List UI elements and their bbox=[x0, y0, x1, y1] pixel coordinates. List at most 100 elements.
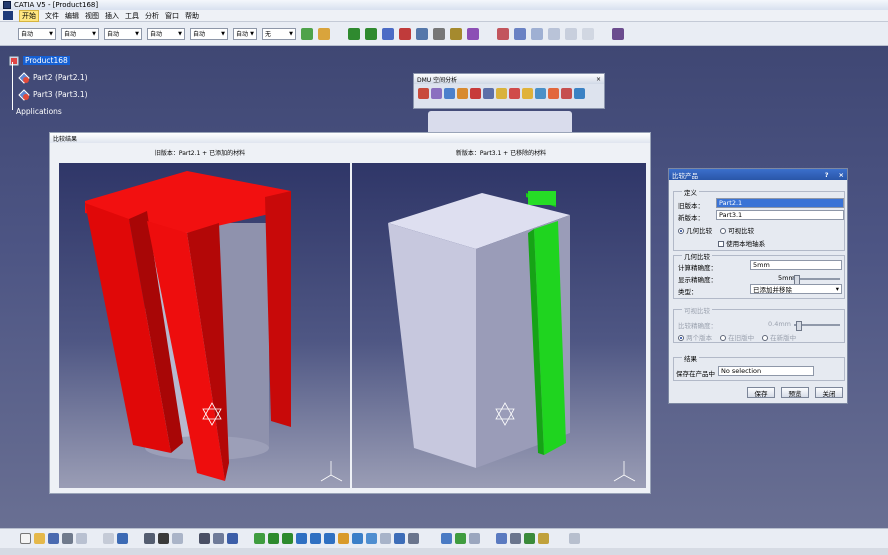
line-icon[interactable] bbox=[416, 27, 428, 40]
fly-mode-icon[interactable] bbox=[254, 533, 265, 544]
display-precision-slider[interactable] bbox=[792, 275, 840, 285]
iso-view-icon[interactable] bbox=[352, 533, 363, 544]
dmu-toolbar-header[interactable]: DMU 空间分析 × bbox=[414, 74, 604, 84]
comment-icon[interactable] bbox=[172, 533, 183, 544]
distance-icon[interactable] bbox=[444, 88, 455, 99]
new-version-viewport[interactable] bbox=[352, 163, 646, 488]
layer-combo[interactable]: 自动 ▼ bbox=[233, 27, 257, 40]
menu-window[interactable]: 窗口 bbox=[165, 11, 179, 21]
rotate-bottom-icon[interactable] bbox=[296, 533, 307, 544]
save-button[interactable]: 保存 bbox=[747, 387, 775, 398]
formula-icon[interactable] bbox=[158, 533, 169, 544]
menu-edit[interactable]: 编辑 bbox=[65, 11, 79, 21]
menu-file[interactable]: 文件 bbox=[45, 11, 59, 21]
views-icon[interactable] bbox=[582, 27, 594, 40]
bookmark-icon[interactable] bbox=[524, 533, 535, 544]
fit-all-in-icon[interactable] bbox=[268, 533, 279, 544]
snap-icon[interactable] bbox=[497, 27, 509, 40]
local-axis-checkbox[interactable]: 使用本地轴系 bbox=[718, 238, 765, 248]
analysis-icon[interactable] bbox=[510, 533, 521, 544]
menu-analyze[interactable]: 分析 bbox=[145, 11, 159, 21]
copy-icon[interactable] bbox=[103, 533, 114, 544]
annotation-icon[interactable] bbox=[522, 88, 533, 99]
measure-item-icon[interactable] bbox=[496, 88, 507, 99]
menu-insert[interactable]: 插入 bbox=[105, 11, 119, 21]
material-combo[interactable]: 无 ▼ bbox=[262, 27, 296, 40]
clash-icon[interactable] bbox=[418, 88, 429, 99]
visual-option-new[interactable]: 在新版中 bbox=[762, 332, 796, 342]
measure-icon[interactable] bbox=[467, 27, 479, 40]
save-icon[interactable] bbox=[48, 533, 59, 544]
tree-root[interactable]: Product168 bbox=[8, 52, 148, 69]
old-version-field[interactable]: Part2.1 bbox=[716, 198, 844, 208]
paint-icon[interactable] bbox=[301, 27, 313, 40]
zoom-in-icon[interactable] bbox=[310, 533, 321, 544]
close-button[interactable]: × bbox=[839, 171, 844, 179]
layout-icon[interactable] bbox=[408, 533, 419, 544]
measure-between-icon[interactable] bbox=[483, 88, 494, 99]
close-icon[interactable]: × bbox=[596, 76, 601, 83]
menu-view[interactable]: 视图 bbox=[85, 11, 99, 21]
dimension-icon[interactable] bbox=[433, 27, 445, 40]
open-file-icon[interactable] bbox=[34, 533, 45, 544]
undo-icon[interactable] bbox=[117, 533, 128, 544]
compare-products-icon[interactable] bbox=[470, 88, 481, 99]
multi-view-icon[interactable] bbox=[380, 533, 391, 544]
comparison-window-header[interactable]: 比较结果 bbox=[50, 133, 650, 143]
arc-icon[interactable] bbox=[535, 88, 546, 99]
color-combo[interactable]: 自动 ▼ bbox=[18, 27, 56, 40]
menu-tools[interactable]: 工具 bbox=[125, 11, 139, 21]
compass-icon[interactable] bbox=[227, 533, 238, 544]
zoom-icon[interactable] bbox=[382, 27, 394, 40]
sketch-icon[interactable] bbox=[399, 27, 411, 40]
macro-icon[interactable] bbox=[612, 27, 624, 40]
inertia-icon[interactable] bbox=[509, 88, 520, 99]
new-file-icon[interactable] bbox=[20, 533, 31, 544]
fit-all-icon[interactable] bbox=[548, 27, 560, 40]
new-version-field[interactable]: Part3.1 bbox=[716, 210, 844, 220]
compare-dialog-header[interactable]: 比较产品 ? × bbox=[669, 169, 847, 180]
brush-icon[interactable] bbox=[318, 27, 330, 40]
pan-icon[interactable] bbox=[348, 27, 360, 40]
k-icon[interactable] bbox=[469, 533, 480, 544]
search-icon[interactable] bbox=[496, 533, 507, 544]
menu-start[interactable]: 开始 bbox=[19, 9, 39, 22]
print-icon[interactable] bbox=[62, 533, 73, 544]
tree-item-part2[interactable]: Part2 (Part2.1) bbox=[8, 69, 148, 86]
tree-item-applications[interactable]: Applications bbox=[8, 103, 148, 120]
calc-precision-field[interactable]: 5mm bbox=[750, 260, 842, 270]
visual-option-both[interactable]: 两个版本 bbox=[678, 332, 712, 342]
menu-help[interactable]: 帮助 bbox=[185, 11, 199, 21]
grid-icon[interactable] bbox=[514, 27, 526, 40]
sectioning-icon[interactable] bbox=[431, 88, 442, 99]
plane-icon[interactable] bbox=[531, 27, 543, 40]
swap-icon[interactable] bbox=[213, 533, 224, 544]
old-version-viewport[interactable] bbox=[59, 163, 350, 488]
save-in-product-field[interactable]: No selection bbox=[718, 366, 814, 376]
tree-item-part3[interactable]: Part3 (Part3.1) bbox=[8, 86, 148, 103]
camera-icon[interactable] bbox=[441, 533, 452, 544]
visual-option-old[interactable]: 在旧版中 bbox=[720, 332, 754, 342]
hide-show-icon[interactable] bbox=[199, 533, 210, 544]
pan-bottom-icon[interactable] bbox=[282, 533, 293, 544]
globe-icon[interactable] bbox=[574, 88, 585, 99]
close-dialog-button[interactable]: 关闭 bbox=[815, 387, 843, 398]
rotate-icon[interactable] bbox=[365, 27, 377, 40]
navigation-icon[interactable] bbox=[455, 533, 466, 544]
shading-icon[interactable] bbox=[366, 533, 377, 544]
lineweight-combo[interactable]: 自动 ▼ bbox=[147, 27, 185, 40]
grid-analysis-icon[interactable] bbox=[548, 88, 559, 99]
app-menu-icon[interactable] bbox=[3, 11, 13, 20]
point-combo[interactable]: 自动 ▼ bbox=[190, 27, 228, 40]
thickness-icon[interactable] bbox=[561, 88, 572, 99]
help-button[interactable]: ? bbox=[825, 171, 829, 179]
constraint-icon[interactable] bbox=[450, 27, 462, 40]
what-is-this-icon[interactable] bbox=[144, 533, 155, 544]
geometric-compare-radio[interactable]: 几何比较 bbox=[678, 225, 712, 235]
visual-precision-slider[interactable] bbox=[794, 321, 840, 331]
type-select[interactable]: 已添加并移除 ▾ bbox=[750, 284, 842, 294]
preview-button[interactable]: 预览 bbox=[781, 387, 809, 398]
render-icon[interactable] bbox=[394, 533, 405, 544]
settings-icon[interactable] bbox=[569, 533, 580, 544]
transparency-combo[interactable]: 自动 ▼ bbox=[61, 27, 99, 40]
